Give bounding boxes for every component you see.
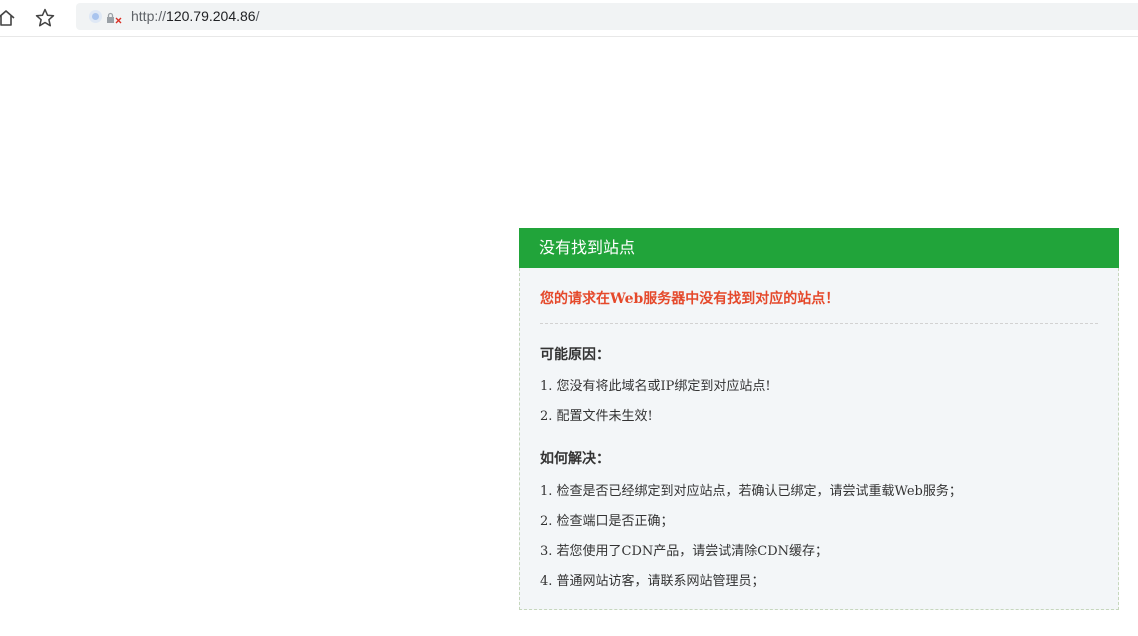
solution-item: 4. 普通网站访客，请联系网站管理员； xyxy=(540,574,765,589)
url-text[interactable]: http://120.79.204.86/ xyxy=(131,8,259,25)
bookmark-star-icon[interactable] xyxy=(33,6,57,30)
solution-item: 2. 检查端口是否正确； xyxy=(540,514,674,529)
browser-toolbar: http://120.79.204.86/ xyxy=(0,0,1138,37)
insecure-lock-icon[interactable] xyxy=(106,10,122,24)
url-path: / xyxy=(255,8,260,24)
site-info-icon[interactable] xyxy=(88,9,103,24)
reason-item: 1. 您没有将此域名或IP绑定到对应站点! xyxy=(540,379,771,394)
url-protocol: http:// xyxy=(131,8,167,24)
home-icon[interactable] xyxy=(0,6,18,30)
address-bar[interactable]: http://120.79.204.86/ xyxy=(76,3,1138,30)
solution-item: 3. 若您使用了CDN产品，请尝试清除CDN缓存； xyxy=(540,544,829,559)
panel-header: 没有找到站点 xyxy=(519,228,1119,268)
reason-item: 2. 配置文件未生效! xyxy=(540,409,653,424)
panel-body: 您的请求在Web服务器中没有找到对应的站点！ 可能原因： 1. 您没有将此域名或… xyxy=(519,268,1119,610)
solution-item: 1. 检查是否已经绑定到对应站点，若确认已绑定，请尝试重载Web服务； xyxy=(540,484,962,499)
site-not-found-panel: 没有找到站点 您的请求在Web服务器中没有找到对应的站点！ 可能原因： 1. 您… xyxy=(519,228,1119,610)
solutions-title: 如何解决： xyxy=(540,451,610,467)
reasons-title: 可能原因： xyxy=(540,347,610,363)
url-host: 120.79.204.86 xyxy=(166,8,256,24)
error-headline: 您的请求在Web服务器中没有找到对应的站点！ xyxy=(540,291,840,307)
divider xyxy=(540,323,1098,324)
